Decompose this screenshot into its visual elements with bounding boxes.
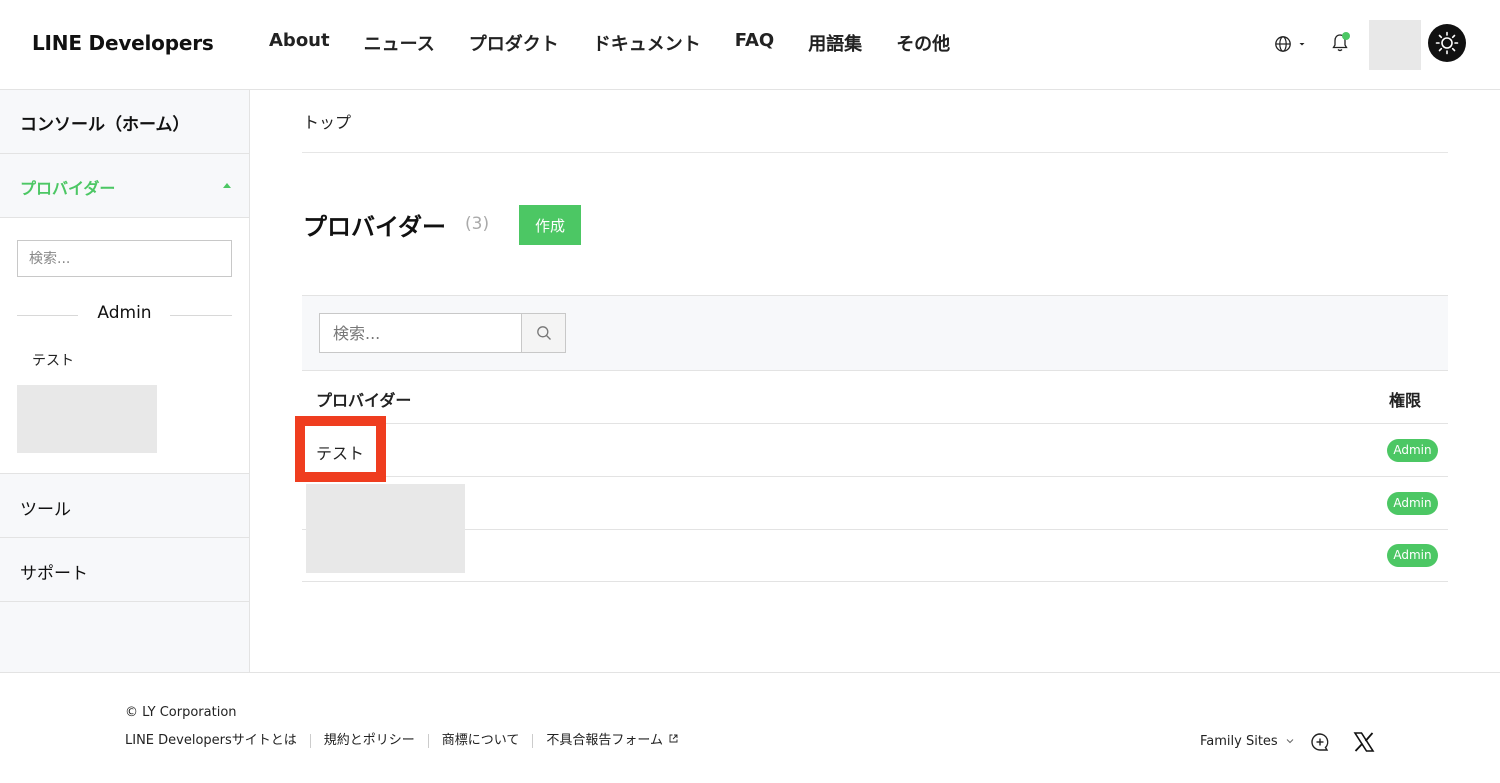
avatar[interactable]	[1369, 20, 1421, 70]
divider	[302, 152, 1448, 153]
highlight-box	[295, 416, 386, 482]
sun-icon	[1435, 31, 1459, 55]
role-badge: Admin	[1387, 544, 1438, 567]
sidebar-item-console-home[interactable]: コンソール（ホーム）	[0, 90, 249, 154]
globe-icon	[1275, 36, 1291, 52]
site-header: LINE Developers About ニュース プロダクト ドキュメント …	[0, 0, 1500, 90]
nav-item-more[interactable]: その他	[879, 30, 967, 56]
nav-item-docs[interactable]: ドキュメント	[576, 30, 718, 56]
sidebar: コンソール（ホーム） プロバイダー Admin テスト ツール サポート	[0, 90, 250, 672]
main-nav: About ニュース プロダクト ドキュメント FAQ 用語集 その他	[252, 30, 967, 56]
search-icon	[536, 326, 551, 340]
redacted-placeholder	[306, 484, 465, 573]
theme-toggle-button[interactable]	[1428, 24, 1466, 62]
provider-count: (3)	[465, 214, 490, 234]
notification-button[interactable]	[1330, 32, 1350, 54]
sidebar-item-provider[interactable]: プロバイダー	[0, 154, 249, 218]
notification-dot	[1342, 32, 1350, 40]
sidebar-item-support[interactable]: サポート	[0, 538, 249, 602]
copyright: © LY Corporation	[125, 705, 237, 720]
external-link-icon	[669, 734, 678, 743]
site-footer: © LY Corporation LINE Developersサイトとは 規約…	[0, 672, 1500, 783]
role-badge: Admin	[1387, 492, 1438, 515]
footer-link-label: 不具合報告フォーム	[546, 733, 664, 748]
footer-link-about[interactable]: LINE Developersサイトとは	[125, 734, 310, 748]
x-logo-icon[interactable]	[1353, 731, 1375, 753]
nav-item-glossary[interactable]: 用語集	[791, 30, 879, 56]
sidebar-group-label: Admin	[97, 303, 152, 323]
page-title: プロバイダー	[303, 213, 447, 241]
sidebar-item-label: プロバイダー	[20, 179, 116, 198]
footer-links: LINE Developersサイトとは 規約とポリシー 商標について 不具合報…	[125, 734, 691, 748]
table-toolbar	[302, 295, 1448, 371]
footer-link-terms[interactable]: 規約とポリシー	[309, 734, 428, 748]
column-header-permission: 権限	[1388, 391, 1421, 410]
language-selector[interactable]	[1274, 33, 1308, 55]
table-header: プロバイダー 権限	[302, 371, 1448, 424]
table-row[interactable]: テスト Admin	[302, 424, 1448, 477]
site-logo[interactable]: LINE Developers	[32, 31, 214, 55]
table-row[interactable]: Admin	[302, 529, 1448, 582]
sidebar-item-tools[interactable]: ツール	[0, 474, 249, 538]
footer-link-trademarks[interactable]: 商標について	[427, 734, 533, 748]
family-sites-label: Family Sites	[1200, 734, 1278, 749]
footer-link-bug-report[interactable]: 不具合報告フォーム	[532, 734, 691, 748]
table-row[interactable]: Admin	[302, 477, 1448, 530]
chat-bubble-icon[interactable]	[1310, 732, 1330, 752]
search-input[interactable]	[319, 313, 522, 353]
caret-up-icon	[223, 183, 231, 188]
column-header-provider: プロバイダー	[316, 391, 412, 410]
create-button[interactable]: 作成	[519, 205, 581, 245]
provider-panel: Admin テスト	[0, 218, 249, 474]
chevron-down-icon	[1286, 739, 1294, 744]
sidebar-provider-item[interactable]: テスト	[32, 350, 74, 370]
role-badge: Admin	[1387, 439, 1438, 462]
family-sites-dropdown[interactable]: Family Sites	[1200, 734, 1295, 749]
nav-item-faq[interactable]: FAQ	[718, 30, 791, 56]
nav-item-news[interactable]: ニュース	[347, 30, 452, 56]
chevron-down-icon	[1299, 43, 1305, 46]
nav-item-products[interactable]: プロダクト	[452, 30, 576, 56]
nav-item-about[interactable]: About	[252, 30, 347, 56]
redacted-placeholder	[17, 385, 157, 453]
breadcrumb[interactable]: トップ	[303, 109, 351, 133]
sidebar-search-input[interactable]	[17, 240, 232, 277]
search-button[interactable]	[521, 313, 566, 353]
